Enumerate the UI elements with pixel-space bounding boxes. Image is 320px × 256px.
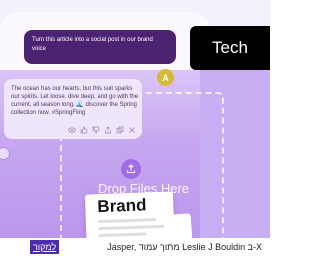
upload-icon xyxy=(126,164,136,174)
share-icon[interactable] xyxy=(104,126,112,134)
article-image: Drop Files Here Turn this article into a… xyxy=(0,0,270,256)
thumbs-down-icon[interactable] xyxy=(92,126,100,134)
copy-icon[interactable] xyxy=(116,126,124,134)
eye-icon[interactable] xyxy=(68,126,76,134)
response-actions xyxy=(2,124,136,136)
caption-bar: למקור Jasper, מתוך עמוד Leslie J Bouldin… xyxy=(0,238,270,256)
thumbs-up-icon[interactable] xyxy=(80,126,88,134)
category-badge[interactable]: Tech xyxy=(190,26,270,70)
photo-credit: Jasper, מתוך עמוד Leslie J Bouldin ב-X xyxy=(107,242,262,252)
close-icon[interactable] xyxy=(128,126,136,134)
text-line xyxy=(98,224,165,231)
text-line xyxy=(97,218,156,224)
upload-button[interactable] xyxy=(121,159,141,179)
brand-title: Brand xyxy=(97,195,147,217)
source-link[interactable]: למקור xyxy=(30,240,60,254)
prompt-message: Turn this article into a social post in … xyxy=(24,30,176,64)
user-avatar: A xyxy=(157,69,174,86)
ai-response-text: The ocean has our hearts, but this suit … xyxy=(11,86,139,116)
text-line xyxy=(98,232,147,238)
